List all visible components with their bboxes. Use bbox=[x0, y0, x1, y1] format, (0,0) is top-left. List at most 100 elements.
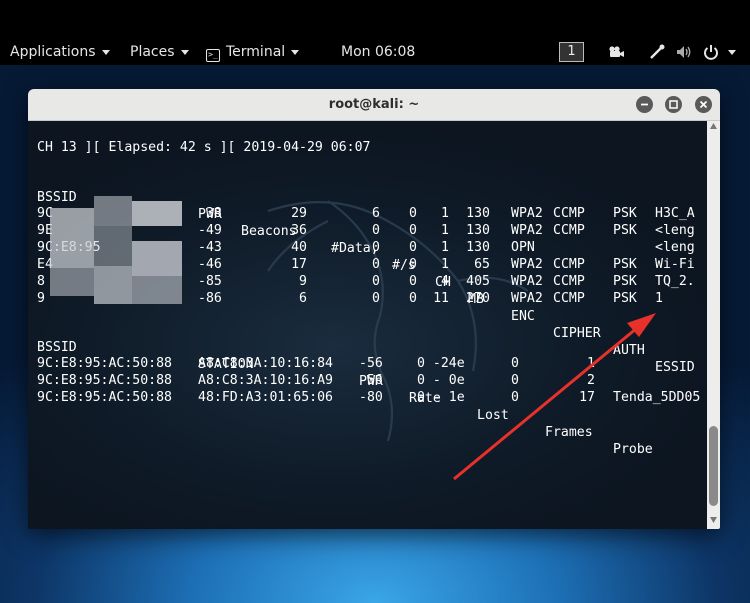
scrollbar[interactable] bbox=[707, 121, 720, 529]
maximize-icon bbox=[669, 100, 678, 109]
privacy-blur bbox=[132, 276, 182, 304]
ap-pwr: -85 bbox=[198, 274, 222, 289]
privacy-blur bbox=[132, 241, 182, 276]
places-menu[interactable]: Places bbox=[130, 41, 189, 63]
ap-enc: WPA2 bbox=[511, 223, 543, 238]
chevron-down-icon bbox=[291, 49, 300, 55]
ap-pwr: -86 bbox=[198, 291, 222, 306]
station-row: 9C:E8:95:AC:50:88 48:FD:A3:01:65:06 -80 0 -… bbox=[37, 389, 707, 406]
ap-mb: 130 bbox=[466, 223, 490, 238]
station-table-header: BSSID STATION PWR Rate Lost Frames Probe bbox=[37, 322, 707, 457]
applications-label: Applications bbox=[10, 44, 96, 60]
station-lost: 0 bbox=[511, 390, 519, 405]
privacy-blur bbox=[94, 266, 132, 304]
terminal-output[interactable]: CH 13 ][ Elapsed: 42 s ][ 2019-04-29 06:… bbox=[28, 121, 707, 529]
chevron-down-icon[interactable] bbox=[727, 43, 737, 61]
scroll-up-icon[interactable] bbox=[710, 123, 717, 129]
top-panel: Applications Places >_ Terminal Mon 06:08… bbox=[0, 0, 750, 65]
ap-rate: 0 bbox=[409, 291, 417, 306]
station-pwr: -56 bbox=[359, 373, 383, 388]
ap-essid: H3C_A bbox=[655, 206, 695, 221]
station-frames: 17 bbox=[579, 390, 595, 405]
ap-ch: 1 bbox=[441, 223, 449, 238]
ap-auth: PSK bbox=[613, 223, 637, 238]
station-station: A8:C8:3A:10:16:A9 bbox=[198, 373, 333, 388]
ap-cipher: CCMP bbox=[553, 291, 585, 306]
maximize-button[interactable] bbox=[665, 96, 682, 113]
ap-beacons: 17 bbox=[291, 257, 307, 272]
ap-bssid: 8 bbox=[37, 274, 45, 289]
ap-essid: TQ_2. bbox=[655, 274, 695, 289]
ap-ch: 1 bbox=[441, 240, 449, 255]
station-station: 48:FD:A3:01:65:06 bbox=[198, 390, 333, 405]
ap-beacons: 29 bbox=[291, 206, 307, 221]
ap-auth: PSK bbox=[613, 206, 637, 221]
station-bssid: 9C:E8:95:AC:50:88 bbox=[37, 390, 172, 405]
ap-data: 0 bbox=[372, 274, 380, 289]
ap-cipher: CCMP bbox=[553, 206, 585, 221]
station-probe: Tenda_5DD05 bbox=[613, 390, 701, 405]
terminal-icon: >_ bbox=[206, 49, 220, 62]
workspace-indicator[interactable]: 1 bbox=[559, 42, 584, 62]
chevron-down-icon bbox=[180, 49, 189, 55]
ap-rate: 0 bbox=[409, 274, 417, 289]
ap-beacons: 9 bbox=[299, 274, 307, 289]
chevron-down-icon bbox=[101, 49, 110, 55]
ap-ch: 1 bbox=[441, 257, 449, 272]
header-lost: Lost bbox=[477, 408, 509, 423]
ap-data: 0 bbox=[372, 291, 380, 306]
power-icon[interactable] bbox=[702, 43, 720, 61]
window-titlebar[interactable]: root@kali: ~ bbox=[28, 89, 720, 121]
ap-table-header: BSSID PWR Beacons #Data, #/s CH MB ENC C… bbox=[37, 172, 707, 375]
status-line: CH 13 ][ Elapsed: 42 s ][ 2019-04-29 06:… bbox=[37, 140, 371, 155]
ap-rate: 0 bbox=[409, 257, 417, 272]
header-probe: Probe bbox=[613, 442, 653, 457]
minimize-button[interactable] bbox=[636, 96, 653, 113]
ap-beacons: 6 bbox=[299, 291, 307, 306]
station-station: A8:C8:3A:10:16:84 bbox=[198, 356, 333, 371]
ap-auth: PSK bbox=[613, 291, 637, 306]
ap-rate: 0 bbox=[409, 240, 417, 255]
station-rate: 0 - 1e bbox=[417, 390, 465, 405]
clock[interactable]: Mon 06:08 bbox=[341, 41, 415, 63]
privacy-blur bbox=[94, 196, 132, 226]
station-pwr: -56 bbox=[359, 356, 383, 371]
ap-data: 0 bbox=[372, 223, 380, 238]
station-rate: 0 -24e bbox=[417, 356, 465, 371]
ap-data: 0 bbox=[372, 257, 380, 272]
ap-mb: 130 bbox=[466, 206, 490, 221]
accessibility-icon[interactable] bbox=[648, 43, 666, 61]
ap-data: 0 bbox=[372, 240, 380, 255]
ap-essid: <leng bbox=[655, 240, 695, 255]
scrollbar-thumb[interactable] bbox=[709, 426, 718, 506]
header-bssid: BSSID bbox=[37, 340, 77, 355]
station-frames: 2 bbox=[587, 373, 595, 388]
station-lost: 0 bbox=[511, 373, 519, 388]
ap-essid: <leng bbox=[655, 223, 695, 238]
ap-pwr: -43 bbox=[198, 240, 222, 255]
privacy-blur bbox=[50, 208, 94, 268]
ap-beacons: 36 bbox=[291, 223, 307, 238]
ap-ch: 11 bbox=[433, 291, 449, 306]
places-label: Places bbox=[130, 44, 175, 60]
ap-auth: PSK bbox=[613, 274, 637, 289]
ap-auth: PSK bbox=[613, 257, 637, 272]
ap-pwr: -49 bbox=[198, 223, 222, 238]
header-bssid: BSSID bbox=[37, 190, 77, 205]
ap-mb: 270 bbox=[466, 291, 490, 306]
ap-pwr: -38 bbox=[198, 206, 222, 221]
station-rate: 0 - 0e bbox=[417, 373, 465, 388]
applications-menu[interactable]: Applications bbox=[10, 41, 110, 63]
scroll-down-icon[interactable] bbox=[710, 517, 717, 523]
terminal-app-menu[interactable]: >_ Terminal bbox=[206, 41, 300, 63]
ap-rate: 0 bbox=[409, 223, 417, 238]
ap-essid: Wi-Fi bbox=[655, 257, 695, 272]
header-frames: Frames bbox=[545, 425, 593, 440]
ap-data: 6 bbox=[372, 206, 380, 221]
ap-ch: 1 bbox=[441, 206, 449, 221]
close-button[interactable] bbox=[695, 96, 712, 113]
camera-icon[interactable] bbox=[607, 43, 625, 61]
station-lost: 0 bbox=[511, 356, 519, 371]
volume-icon[interactable] bbox=[675, 43, 693, 61]
window-title: root@kali: ~ bbox=[328, 97, 420, 112]
